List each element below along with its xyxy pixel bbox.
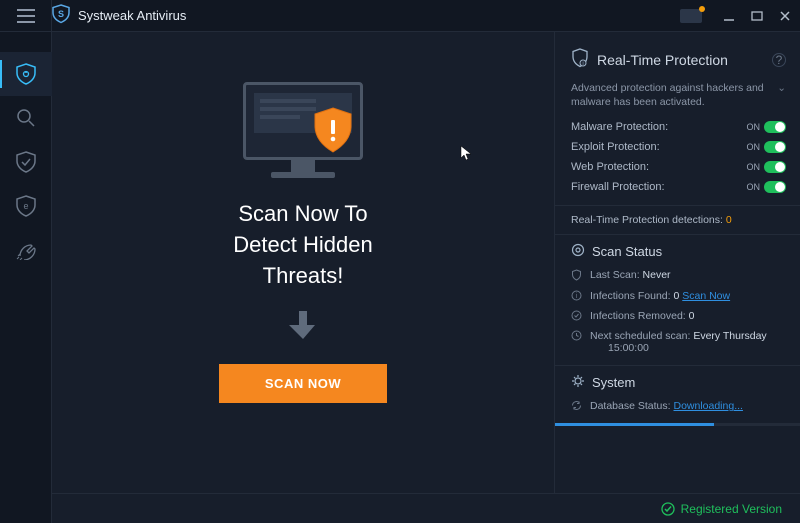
main-panel: Scan Now To Detect Hidden Threats! SCAN …	[52, 32, 554, 523]
app-title: Systweak Antivirus	[78, 8, 186, 23]
last-scan: Last Scan: Never	[571, 266, 786, 287]
svg-text:i: i	[582, 61, 583, 67]
system-header: System	[571, 374, 786, 391]
headline: Scan Now To Detect Hidden Threats!	[233, 199, 372, 291]
realtime-header: i Real-Time Protection ?	[571, 48, 786, 71]
settings-icon	[571, 374, 585, 391]
realtime-subtext[interactable]: Advanced protection against hackers and …	[571, 81, 786, 109]
nav-optimize[interactable]	[0, 228, 52, 272]
check-icon	[661, 502, 675, 516]
toggle-web: Web Protection: ON	[571, 157, 786, 177]
info-icon: i	[571, 290, 583, 304]
exploit-toggle[interactable]	[764, 141, 786, 153]
arrow-down-icon	[289, 309, 317, 346]
scan-status-header: Scan Status	[571, 243, 786, 260]
db-status-link[interactable]: Downloading...	[673, 400, 742, 412]
license-key-icon[interactable]	[680, 9, 702, 23]
maximize-button[interactable]	[750, 9, 764, 23]
svg-text:i: i	[576, 293, 578, 300]
titlebar: S Systweak Antivirus	[0, 0, 800, 32]
shield-check-icon	[571, 269, 583, 284]
menu-button[interactable]	[0, 0, 51, 32]
database-status: Database Status: Downloading...	[571, 397, 786, 417]
nav-home[interactable]	[0, 52, 52, 96]
malware-toggle[interactable]	[764, 121, 786, 133]
nav-scan[interactable]	[0, 96, 52, 140]
sync-icon	[571, 400, 583, 414]
web-toggle[interactable]	[764, 161, 786, 173]
check-circle-icon	[571, 310, 583, 324]
scan-now-link[interactable]: Scan Now	[682, 290, 730, 302]
app-logo-icon: S	[52, 4, 70, 27]
help-icon[interactable]: ?	[772, 53, 786, 67]
minimize-button[interactable]	[722, 9, 736, 23]
svg-text:S: S	[58, 9, 64, 19]
toggle-exploit: Exploit Protection: ON	[571, 137, 786, 157]
toggle-firewall: Firewall Protection: ON	[571, 177, 786, 197]
detections-count: Real-Time Protection detections: 0	[571, 214, 786, 226]
shield-warning-icon	[311, 106, 355, 156]
download-progress	[555, 423, 800, 426]
infections-found: i Infections Found: 0 Scan Now	[571, 287, 786, 307]
nav-quarantine[interactable]: e	[0, 184, 52, 228]
toggle-malware: Malware Protection: ON	[571, 117, 786, 137]
cursor-icon	[460, 145, 472, 166]
nav-protection[interactable]	[0, 140, 52, 184]
gear-icon	[571, 243, 585, 260]
firewall-toggle[interactable]	[764, 181, 786, 193]
svg-text:e: e	[23, 201, 28, 211]
shield-icon: i	[571, 48, 589, 71]
scan-now-button[interactable]: SCAN NOW	[219, 364, 387, 403]
next-scan: Next scheduled scan: Every Thursday15:00…	[571, 327, 786, 357]
chevron-down-icon: ⌄	[777, 81, 786, 109]
footer: Registered Version	[52, 493, 800, 523]
infections-removed: Infections Removed: 0	[571, 307, 786, 327]
monitor-illustration	[233, 82, 373, 187]
clock-icon	[571, 330, 583, 344]
registered-badge: Registered Version	[661, 502, 782, 516]
close-button[interactable]	[778, 9, 792, 23]
